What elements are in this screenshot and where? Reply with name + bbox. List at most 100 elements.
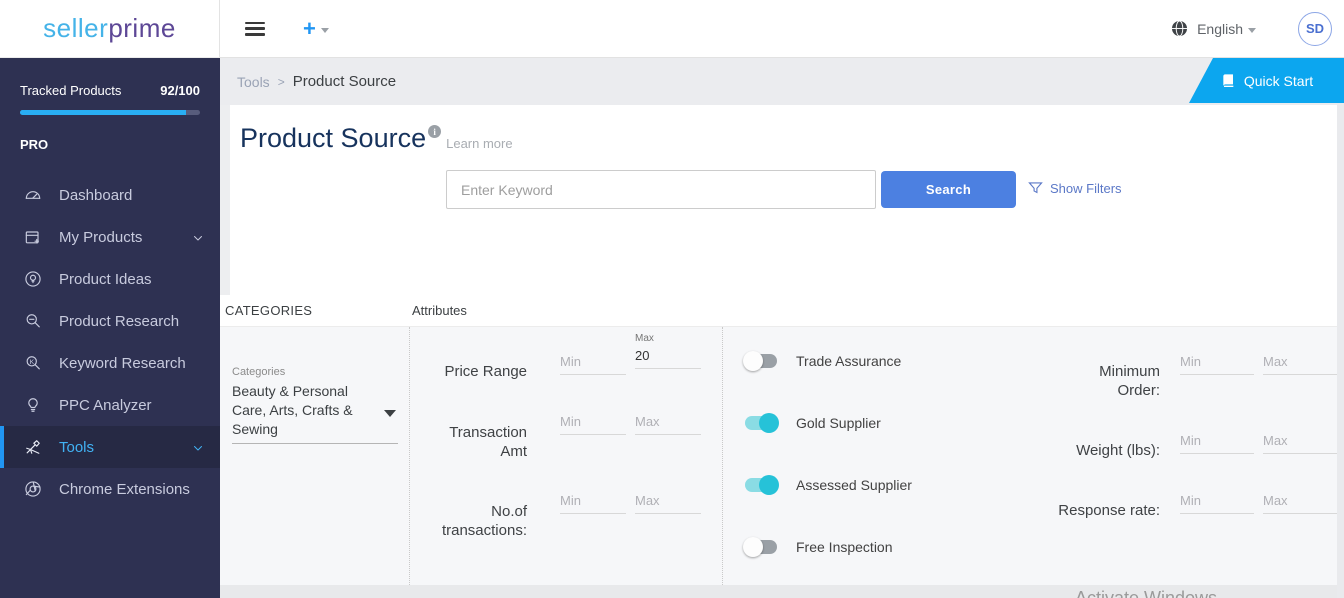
breadcrumb-separator: > (277, 74, 285, 89)
svg-text:K: K (30, 359, 35, 366)
scrollbar-track[interactable] (1337, 103, 1344, 598)
trade-assurance-label: Trade Assurance (796, 353, 902, 369)
learn-more-link[interactable]: Learn more (446, 136, 512, 154)
funnel-icon (1028, 182, 1043, 194)
sidebar-item-ppc-analyzer[interactable]: PPC Analyzer (0, 384, 220, 426)
sidebar-item-product-ideas[interactable]: Product Ideas (0, 258, 220, 300)
categories-select[interactable]: Beauty & Personal Care, Arts, Crafts & S… (232, 382, 398, 444)
user-avatar[interactable]: SD (1298, 11, 1332, 46)
minimum-order-max-input[interactable] (1263, 352, 1337, 375)
weight-max-input[interactable] (1263, 431, 1337, 454)
select-underline (232, 443, 398, 444)
no-of-transactions-min-field (560, 491, 626, 514)
tools-icon (22, 436, 44, 458)
weight-label: Weight (lbs): (1076, 442, 1160, 459)
categories-selected-value: Beauty & Personal Care, Arts, Crafts & S… (232, 383, 353, 437)
info-icon[interactable] (428, 125, 442, 138)
search-button[interactable]: Search (881, 171, 1016, 208)
tracked-progress-fill (20, 110, 186, 115)
sidebar: sellerprime Tracked Products 92/100 PRO … (0, 0, 220, 598)
supplier-toggles-panel: Trade Assurance Gold Supplier Assessed S… (723, 327, 1010, 585)
quick-start-label: Quick Start (1243, 72, 1314, 89)
weight-max-field (1263, 431, 1337, 454)
minimum-order-min-field (1180, 352, 1254, 375)
activate-windows-watermark: Activate Windows (1075, 588, 1218, 598)
no-of-transactions-max-field (635, 491, 701, 514)
breadcrumb: Tools > Product Source (220, 58, 1344, 105)
trade-assurance-toggle[interactable] (743, 351, 779, 371)
transaction-amt-min-field (560, 412, 626, 435)
sidebar-item-label: Keyword Research (59, 354, 186, 372)
sidebar-item-tools[interactable]: Tools (0, 426, 220, 468)
sidebar-item-dashboard[interactable]: Dashboard (0, 174, 220, 216)
page-title: Product Source (240, 123, 427, 153)
free-inspection-toggle[interactable] (743, 537, 779, 557)
caret-down-icon (1248, 27, 1256, 33)
response-rate-label: Response rate: (1058, 502, 1160, 519)
logo-seller: seller (43, 13, 109, 43)
max-float-label: Max (635, 333, 654, 344)
quick-start-button[interactable]: Quick Start (1189, 58, 1344, 103)
no-of-transactions-min-input[interactable] (560, 491, 626, 514)
response-rate-min-field (1180, 491, 1254, 514)
response-rate-max-input[interactable] (1263, 491, 1337, 514)
sidebar-nav: Dashboard My Products Product Ideas Prod… (0, 174, 220, 510)
weight-min-field (1180, 431, 1254, 454)
sidebar-item-product-research[interactable]: Product Research (0, 300, 220, 342)
keyword-magnifier-icon: K (22, 352, 44, 374)
transaction-amt-min-input[interactable] (560, 412, 626, 435)
sidebar-item-label: My Products (59, 228, 143, 246)
transaction-amt-label: Transaction Amt (449, 424, 527, 460)
weight-min-input[interactable] (1180, 431, 1254, 454)
categories-field-label: Categories (232, 366, 286, 378)
sidebar-item-chrome-extensions[interactable]: Chrome Extensions (0, 468, 220, 510)
idea-icon (22, 268, 44, 290)
gold-supplier-label: Gold Supplier (796, 415, 881, 431)
price-range-max-input[interactable] (635, 346, 701, 369)
transaction-amt-max-input[interactable] (635, 412, 701, 435)
price-range-min-input[interactable] (560, 352, 626, 375)
filters-section: CATEGORIES Attributes Categories Beauty … (220, 295, 1344, 585)
tracked-products-label: Tracked Products (20, 83, 122, 98)
chevron-down-icon (192, 231, 204, 243)
free-inspection-label: Free Inspection (796, 539, 893, 555)
breadcrumb-parent[interactable]: Tools (237, 74, 270, 90)
chevron-down-icon (192, 441, 204, 453)
supplier-ranges-panel: Minimum Order: Weight (lbs): Response (1010, 327, 1344, 585)
response-rate-min-input[interactable] (1180, 491, 1254, 514)
no-of-transactions-label: No.of transactions: (441, 503, 527, 539)
no-of-transactions-max-input[interactable] (635, 491, 701, 514)
attributes-header: Attributes (412, 303, 467, 318)
assessed-supplier-label: Assessed Supplier (796, 477, 912, 493)
package-icon (22, 226, 44, 248)
language-selector[interactable]: English (1170, 19, 1256, 38)
search-card: Product Source Learn more Search Show Fi… (230, 105, 1344, 295)
tracked-products-widget: Tracked Products 92/100 PRO (0, 58, 220, 152)
select-caret-icon (384, 410, 396, 417)
logo[interactable]: sellerprime (0, 0, 220, 58)
gold-supplier-toggle[interactable] (743, 413, 779, 433)
caret-down-icon (320, 27, 329, 33)
price-range-label: Price Range (444, 363, 527, 380)
show-filters-label: Show Filters (1050, 181, 1122, 196)
sidebar-item-keyword-research[interactable]: K Keyword Research (0, 342, 220, 384)
minimum-order-min-input[interactable] (1180, 352, 1254, 375)
sidebar-item-my-products[interactable]: My Products (0, 216, 220, 258)
bulb-icon (22, 394, 44, 416)
keyword-search-input[interactable] (446, 170, 876, 209)
sidebar-item-label: Product Ideas (59, 270, 152, 288)
sidebar-item-label: Tools (59, 438, 95, 456)
hamburger-menu-icon[interactable] (245, 21, 265, 36)
magnifier-icon (22, 310, 44, 332)
response-rate-max-field (1263, 491, 1337, 514)
globe-icon (1172, 20, 1188, 37)
top-header: + English SD (220, 0, 1344, 58)
dashboard-icon (22, 184, 44, 206)
assessed-supplier-toggle[interactable] (743, 475, 779, 495)
minimum-order-max-field (1263, 352, 1337, 375)
logo-prime: prime (108, 13, 176, 43)
add-menu-button[interactable]: + (303, 17, 329, 40)
show-filters-link[interactable]: Show Filters (1028, 181, 1122, 196)
minimum-order-label: Minimum Order: (1099, 363, 1160, 399)
sidebar-item-label: PPC Analyzer (59, 396, 152, 414)
